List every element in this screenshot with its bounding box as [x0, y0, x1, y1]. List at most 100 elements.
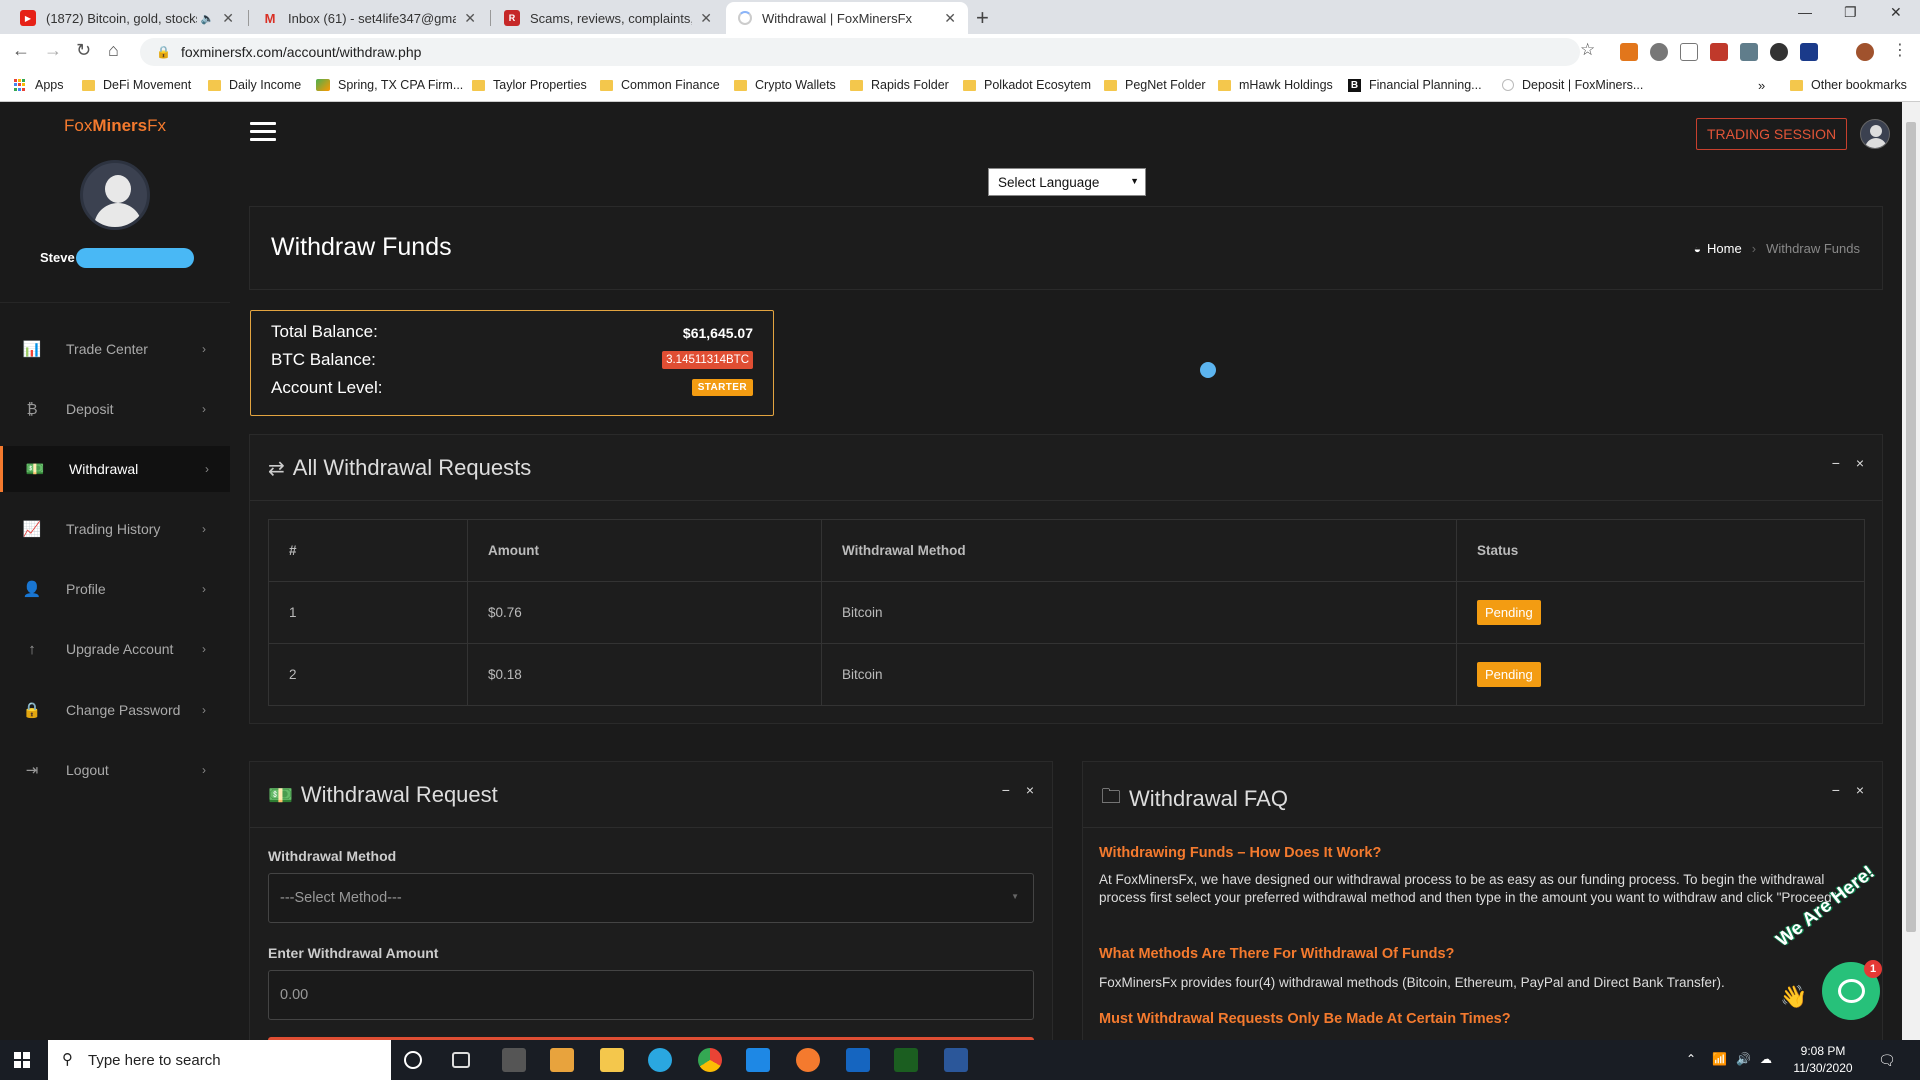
- browser-tab-youtube[interactable]: ▶ (1872) Bitcoin, gold, stocks: w 🔈 ✕: [8, 2, 246, 34]
- withdrawal-method-select[interactable]: ---Select Method--- ▼: [268, 873, 1034, 923]
- bookmark-folder[interactable]: Crypto Wallets: [734, 78, 836, 92]
- address-bar[interactable]: 🔒 foxminersfx.com/account/withdraw.php: [140, 38, 1580, 66]
- minimize-panel-icon[interactable]: −: [1832, 455, 1840, 471]
- browser-menu-icon[interactable]: ⋮: [1892, 40, 1908, 60]
- new-tab-button[interactable]: +: [976, 5, 989, 31]
- bookmark-site[interactable]: B Financial Planning...: [1348, 78, 1482, 92]
- close-panel-icon[interactable]: ×: [1856, 782, 1864, 798]
- minimize-window-icon[interactable]: —: [1798, 4, 1812, 20]
- store-icon[interactable]: [502, 1048, 526, 1072]
- metamask-extension-icon[interactable]: [1620, 43, 1638, 61]
- chevron-right-icon: ›: [202, 522, 206, 536]
- sidebar-item-trading-history[interactable]: 📈 Trading History ›: [0, 506, 230, 552]
- extension-icon[interactable]: [1740, 43, 1758, 61]
- sidebar-item-change-password[interactable]: 🔒 Change Password ›: [0, 687, 230, 733]
- volume-icon[interactable]: 🔊: [1736, 1052, 1751, 1066]
- loading-dot: [1200, 362, 1216, 378]
- folder-icon: [963, 79, 976, 91]
- close-window-icon[interactable]: ✕: [1890, 4, 1902, 21]
- dashboard-icon: ◒: [1693, 241, 1702, 256]
- profile-avatar[interactable]: [1856, 43, 1874, 61]
- page-scrollbar[interactable]: [1902, 102, 1920, 1040]
- hamburger-menu-icon[interactable]: [250, 122, 276, 142]
- coin-app-icon[interactable]: [796, 1048, 820, 1072]
- extension-icon[interactable]: [1770, 43, 1788, 61]
- loading-icon: [738, 11, 752, 25]
- sidebar-item-trade-center[interactable]: 📊 Trade Center ›: [0, 326, 230, 372]
- money-icon: 💵: [25, 461, 45, 478]
- minimize-panel-icon[interactable]: −: [1832, 782, 1840, 798]
- chevron-right-icon: ›: [202, 642, 206, 656]
- language-select[interactable]: Select Language ▼: [988, 168, 1146, 196]
- close-tab-icon[interactable]: ✕: [944, 10, 956, 27]
- chrome-icon[interactable]: [698, 1048, 722, 1072]
- row-number: 2: [268, 643, 468, 706]
- windows-start-icon[interactable]: [14, 1052, 30, 1068]
- bookmark-star-icon[interactable]: ☆: [1580, 40, 1595, 60]
- taskbar-search-input[interactable]: ⚲ Type here to search: [48, 1040, 391, 1080]
- back-icon[interactable]: ←: [12, 40, 30, 61]
- bookmarks-overflow-icon[interactable]: »: [1758, 78, 1765, 93]
- cortana-icon[interactable]: [404, 1051, 422, 1069]
- network-icon[interactable]: 📶: [1712, 1052, 1727, 1066]
- calculator-icon[interactable]: [846, 1048, 870, 1072]
- browser-tab-gmail[interactable]: M Inbox (61) - set4life347@gmail.co ✕: [250, 2, 488, 34]
- file-explorer-icon[interactable]: [600, 1048, 624, 1072]
- pdf-extension-icon[interactable]: [1710, 43, 1728, 61]
- browser-tab-scams[interactable]: R Scams, reviews, complaints, laws ✕: [492, 2, 724, 34]
- notifications-icon[interactable]: 🗨: [1878, 1052, 1896, 1069]
- withdrawal-faq-panel: 🗀 Withdrawal FAQ − × Withdrawing Funds –…: [1082, 761, 1883, 1040]
- bookmark-folder[interactable]: Rapids Folder: [850, 78, 949, 92]
- sidebar-item-withdrawal[interactable]: 💵 Withdrawal ›: [0, 446, 230, 492]
- media-app-icon[interactable]: [550, 1048, 574, 1072]
- sidebar-item-deposit[interactable]: ₿ Deposit ›: [0, 386, 230, 432]
- breadcrumb-home[interactable]: Home: [1707, 241, 1742, 256]
- sidebar-item-logout[interactable]: ⇥ Logout ›: [0, 747, 230, 793]
- bookmark-folder[interactable]: Taylor Properties: [472, 78, 587, 92]
- bookmark-folder[interactable]: Polkadot Ecosytem: [963, 78, 1091, 92]
- home-icon[interactable]: ⌂: [108, 40, 119, 61]
- crypto-app-icon[interactable]: [894, 1048, 918, 1072]
- sidebar-item-profile[interactable]: 👤 Profile ›: [0, 566, 230, 612]
- column-header: Status: [1456, 519, 1865, 582]
- extension-icon[interactable]: [1800, 43, 1818, 61]
- bookmark-site[interactable]: Spring, TX CPA Firm...: [316, 78, 463, 92]
- minimize-panel-icon[interactable]: −: [1002, 782, 1010, 798]
- withdrawal-method-label: Withdrawal Method: [268, 848, 397, 864]
- user-avatar-small[interactable]: [1860, 119, 1890, 149]
- extension-icon[interactable]: [1680, 43, 1698, 61]
- speaker-muted-icon[interactable]: 🔈: [201, 12, 215, 25]
- reload-icon[interactable]: ↻: [76, 40, 91, 61]
- bookmark-site[interactable]: Deposit | FoxMiners...: [1502, 78, 1643, 92]
- close-panel-icon[interactable]: ×: [1856, 455, 1864, 471]
- mail-icon[interactable]: [746, 1048, 770, 1072]
- word-icon[interactable]: [944, 1048, 968, 1072]
- close-panel-icon[interactable]: ×: [1026, 782, 1034, 798]
- chevron-right-icon: ›: [202, 342, 206, 356]
- bookmark-folder[interactable]: DeFi Movement: [82, 78, 191, 92]
- bookmark-apps[interactable]: Apps: [14, 78, 64, 92]
- task-view-icon[interactable]: [452, 1052, 470, 1068]
- edge-icon[interactable]: [648, 1048, 672, 1072]
- forward-icon[interactable]: →: [44, 40, 62, 61]
- tray-chevron-up-icon[interactable]: ⌃: [1686, 1052, 1696, 1066]
- onedrive-icon[interactable]: ☁: [1760, 1052, 1772, 1066]
- taskbar-clock[interactable]: 9:08 PM 11/30/2020: [1790, 1043, 1856, 1077]
- brand-logo[interactable]: FoxMinersFx: [0, 116, 230, 136]
- bookmark-folder[interactable]: PegNet Folder: [1104, 78, 1206, 92]
- other-bookmarks[interactable]: Other bookmarks: [1790, 78, 1907, 92]
- withdrawal-amount-input[interactable]: 0.00: [268, 970, 1034, 1020]
- arrow-up-icon: ↑: [28, 640, 36, 658]
- trading-session-button[interactable]: TRADING SESSION: [1696, 118, 1848, 150]
- browser-tab-withdrawal[interactable]: Withdrawal | FoxMinersFx ✕: [726, 2, 968, 34]
- bookmark-folder[interactable]: Common Finance: [600, 78, 720, 92]
- close-tab-icon[interactable]: ✕: [222, 10, 234, 27]
- sidebar-item-upgrade-account[interactable]: ↑ Upgrade Account ›: [0, 626, 230, 672]
- close-tab-icon[interactable]: ✕: [464, 10, 476, 27]
- extension-icon[interactable]: [1650, 43, 1668, 61]
- close-tab-icon[interactable]: ✕: [700, 10, 712, 27]
- bookmark-folder[interactable]: Daily Income: [208, 78, 301, 92]
- bookmark-folder[interactable]: mHawk Holdings: [1218, 78, 1333, 92]
- table-row: 1 $0.76 Bitcoin Pending: [268, 581, 1865, 644]
- restore-window-icon[interactable]: ❐: [1844, 4, 1857, 21]
